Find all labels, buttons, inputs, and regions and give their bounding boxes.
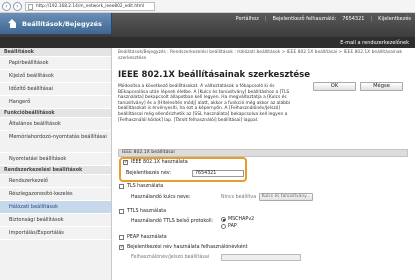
breadcrumb: Beállítások/Bejegyzés : Rendszerkezelési… [118, 50, 403, 61]
username-field[interactable] [221, 254, 301, 261]
app-title: Beállítások/Bejegyzés [22, 19, 102, 28]
address-bar[interactable]: http://192.168.2.14/m_network_ieee802_ed… [25, 1, 155, 11]
sidebar-item-department-id[interactable]: Részlegazonosító-kezelés [0, 188, 111, 201]
login-name-row: Bejelentkezés név: [126, 171, 171, 176]
sidebar-item-security[interactable]: Biztonsági beállítások [0, 214, 111, 227]
app-title-tab: Beállítások/Bejegyzés [0, 13, 112, 34]
sidebar-item-admin[interactable]: Rendszerkezelő [0, 175, 111, 188]
tls-checkbox[interactable] [119, 184, 124, 189]
sidebar-item-volume[interactable]: Hangerő [0, 96, 111, 109]
tls-row: TLS használata [119, 184, 163, 189]
back-icon[interactable]: ‹ [2, 1, 11, 11]
username-field-row: Felhasználónév/jelszó beállításai [131, 255, 209, 260]
sidebar: Beállítások Papírbeállítások Kijelző beá… [0, 48, 112, 280]
pap-row: PAP [221, 224, 237, 229]
mschap-radio[interactable] [221, 217, 226, 222]
use-ieee-label: IEEE 802.1X használata [131, 160, 188, 165]
page-title: IEEE 802.1X beállításainak szerkesztése [118, 70, 310, 80]
ttls-protocol-row: Használandó TTLS belső protokoll: [131, 219, 213, 224]
peap-label: PEAP használata [127, 235, 167, 240]
login-user-label: Bejelentkező felhasználó: [272, 16, 337, 22]
pap-radio[interactable] [221, 224, 226, 229]
ttls-checkbox[interactable] [119, 209, 124, 214]
description-text: Módosítsa a következő beállításokat. A v… [118, 84, 290, 123]
key-cert-value: Nincs beállítva [221, 195, 257, 200]
ieee-section-title: IEEE 802.1X beállításai [122, 150, 175, 155]
sidebar-item-memory-print[interactable]: Memóriahordozó-nyomtatás beállításai [0, 131, 111, 153]
forward-icon[interactable]: › [13, 1, 22, 11]
peap-row: PEAP használata [119, 235, 167, 240]
use-ieee-checkbox[interactable]: ✓ [123, 160, 128, 165]
sidebar-section-settings: Beállítások [0, 48, 111, 57]
use-ieee-row: ✓ IEEE 802.1X használata [123, 160, 188, 165]
sidebar-item-network[interactable]: Hálózati beállítások [0, 201, 111, 214]
login-name-label: Bejelentkezés név: [126, 171, 171, 176]
pap-label: PAP [228, 224, 237, 229]
cancel-button[interactable]: Mégse [360, 82, 403, 91]
email-admin-link[interactable]: E-mail a rendszerkezelőnek [340, 40, 409, 46]
login-name-field[interactable]: 7654321 [192, 170, 244, 177]
mschap-label: MSCHAPv2 [228, 217, 255, 222]
key-cert-row: Használandó kulcs neve: [131, 195, 190, 200]
login-user-value: 7654321 [342, 16, 365, 22]
header-separator: | [264, 16, 267, 22]
ttls-row: TTLS használata [119, 209, 166, 214]
sidebar-section-system: Rendszerkezelési beállítások [0, 166, 111, 175]
tls-label: TLS használata [127, 184, 164, 189]
ieee-section-header: IEEE 802.1X beállításai [118, 149, 408, 157]
key-cert-value-row: Nincs beállítva [221, 195, 256, 200]
peap-checkbox[interactable] [119, 235, 124, 240]
ttls-label: TTLS használata [127, 209, 167, 214]
header-separator: | [370, 16, 373, 22]
sidebar-section-functions: Funkcióbeállítások [0, 109, 111, 118]
username-checkbox[interactable]: ✓ [119, 245, 124, 250]
username-label: Bejelentkezési név használata felhasznál… [127, 245, 248, 250]
ok-button[interactable]: OK [313, 82, 356, 91]
sidebar-item-display[interactable]: Kijelző beállítások [0, 70, 111, 83]
key-cert-button[interactable]: Kulcs és tanúsítvány... [259, 193, 313, 201]
username-field-label: Felhasználónév/jelszó beállításai [131, 255, 210, 260]
browser-toolbar: ‹ › http://192.168.2.14/m_network_ieee80… [0, 0, 415, 13]
sidebar-item-timer[interactable]: Időzítő beállításai [0, 83, 111, 96]
portal-link[interactable]: Portálhoz [236, 16, 259, 22]
sidebar-item-paper[interactable]: Papírbeállítások [0, 57, 111, 70]
username-row: ✓ Bejelentkezési név használata felhaszn… [119, 245, 248, 250]
logout-link[interactable]: Kijelentkezés [378, 16, 411, 22]
sidebar-item-print[interactable]: Nyomtatási beállítások [0, 153, 111, 166]
header-links: Portálhoz | Bejelentkező felhasználó: 76… [236, 16, 411, 22]
ttls-protocol-label: Használandó TTLS belső protokoll: [131, 219, 214, 224]
address-bar-text: http://192.168.2.14/m_network_ieee802_ed… [36, 3, 145, 9]
sidebar-item-general[interactable]: Általános beállítások [0, 118, 111, 131]
home-icon[interactable] [8, 19, 17, 28]
mschap-row: MSCHAPv2 [221, 217, 254, 222]
sidebar-item-import-export[interactable]: Importálás/Exportálás [0, 227, 111, 240]
page-icon [28, 3, 33, 10]
key-cert-label: Használandó kulcs neve: [131, 195, 191, 200]
